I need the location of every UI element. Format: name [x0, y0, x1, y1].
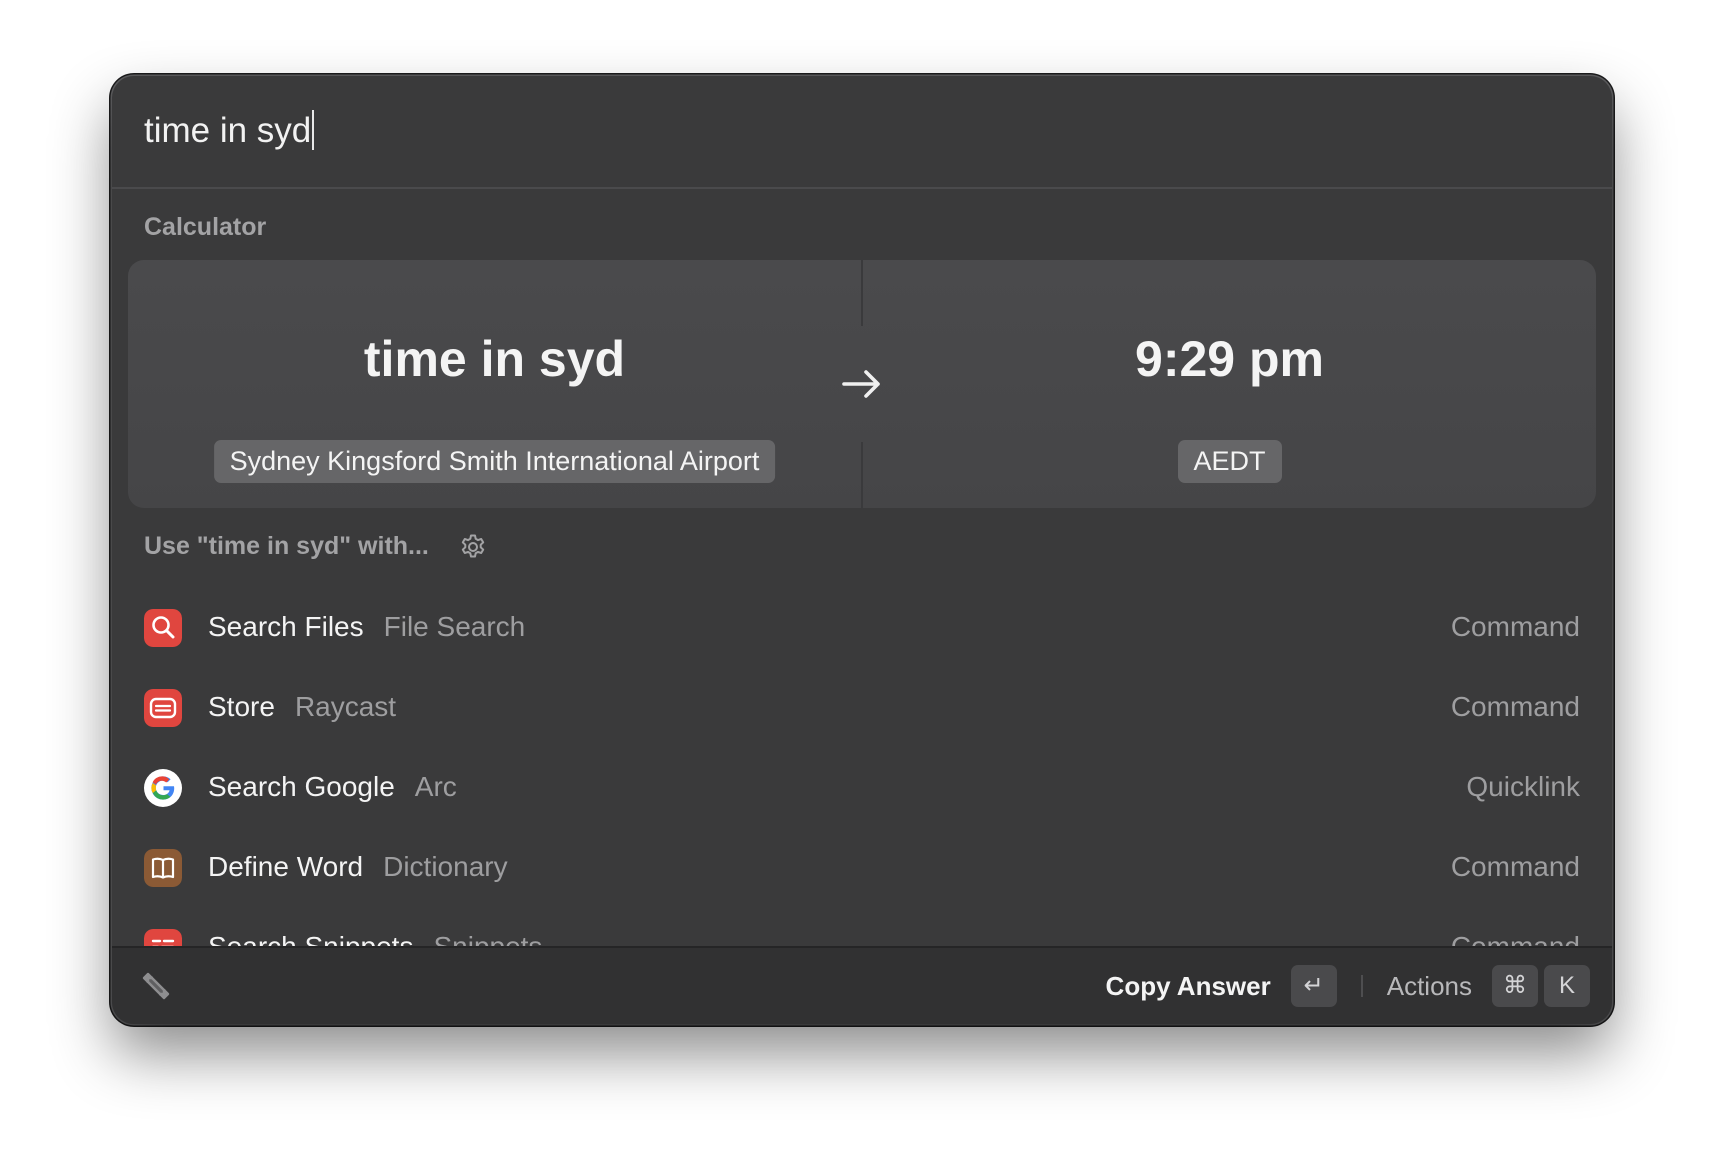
- item-type: Command: [1450, 691, 1580, 722]
- item-title: Store: [208, 691, 275, 722]
- list-item[interactable]: Search Files File Search Command: [112, 588, 1612, 668]
- gear-icon[interactable]: [459, 533, 487, 561]
- list-item[interactable]: Search Google Arc Quicklink: [112, 748, 1612, 828]
- command-key-hint: ⌘: [1492, 965, 1538, 1007]
- book-icon: [144, 849, 182, 887]
- copy-answer-button[interactable]: Copy Answer: [1106, 971, 1271, 1002]
- list-item[interactable]: Store Raycast Command: [112, 668, 1612, 748]
- search-input-value[interactable]: time in syd: [144, 111, 311, 150]
- list-item[interactable]: Define Word Dictionary Command: [112, 828, 1612, 908]
- calculator-section-title: Calculator: [144, 213, 267, 241]
- item-type: Command: [1450, 851, 1580, 882]
- item-subtitle: Arc: [414, 771, 457, 802]
- item-title: Define Word: [208, 851, 364, 882]
- calculator-result-card[interactable]: time in syd Sydney Kingsford Smith Inter…: [128, 260, 1596, 508]
- actions-button[interactable]: Actions: [1387, 971, 1472, 1002]
- item-type: Command: [1450, 611, 1580, 642]
- launcher-window: time in syd Calculator time in syd Sydne…: [112, 76, 1612, 1024]
- calculator-input-tag: Sydney Kingsford Smith International Air…: [213, 440, 776, 483]
- calculator-input-panel: time in syd Sydney Kingsford Smith Inter…: [128, 260, 861, 508]
- item-subtitle: File Search: [383, 611, 526, 642]
- k-key-hint: K: [1544, 965, 1590, 1007]
- action-bar: Copy Answer ↵ Actions ⌘ K: [112, 946, 1612, 1024]
- calculator-result-tag: AEDT: [1177, 440, 1282, 483]
- text-caret: [312, 110, 315, 150]
- item-title: Search Google: [208, 771, 395, 802]
- google-icon: [144, 769, 182, 807]
- item-subtitle: Raycast: [294, 691, 397, 722]
- use-with-label: Use "time in syd" with...: [144, 532, 429, 560]
- use-with-header: Use "time in syd" with...: [144, 532, 487, 561]
- action-separator: [1360, 975, 1363, 997]
- item-type: Quicklink: [1466, 771, 1580, 802]
- search-input[interactable]: time in syd: [144, 110, 315, 151]
- raycast-logo-icon[interactable]: [136, 966, 176, 1006]
- item-subtitle: Dictionary: [383, 851, 508, 882]
- calculator-result-panel: 9:29 pm AEDT: [863, 260, 1596, 508]
- return-key-hint: ↵: [1290, 965, 1337, 1007]
- calculator-input-value: time in syd: [363, 331, 626, 387]
- item-title: Search Files: [208, 611, 364, 642]
- search-bar[interactable]: time in syd: [112, 76, 1612, 189]
- store-icon: [144, 689, 182, 727]
- magnifier-icon: [144, 609, 182, 647]
- calculator-result-value: 9:29 pm: [1135, 331, 1324, 387]
- action-bar-right: Copy Answer ↵ Actions ⌘ K: [1106, 964, 1590, 1008]
